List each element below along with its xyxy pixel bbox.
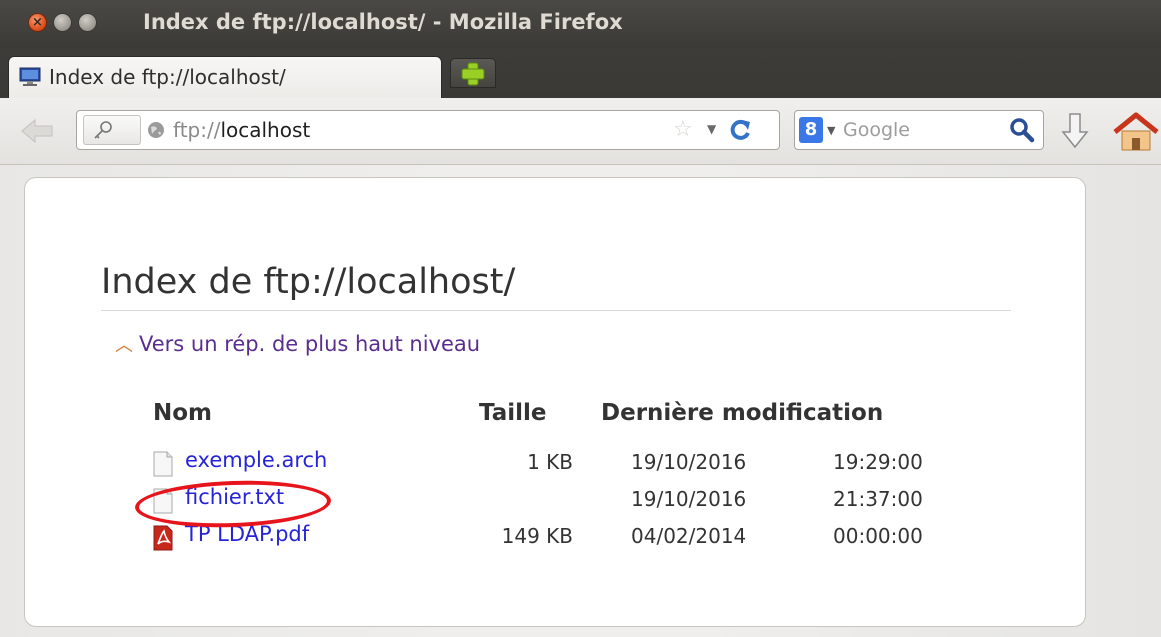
parent-directory-link[interactable]: ︿ Vers un rép. de plus haut niveau bbox=[115, 331, 480, 357]
home-icon[interactable] bbox=[1112, 112, 1161, 152]
column-header-size: Taille bbox=[479, 400, 547, 426]
search-bar[interactable]: 8 ▼ Google bbox=[794, 110, 1044, 150]
back-arrow-icon[interactable] bbox=[18, 116, 56, 146]
url-bar[interactable]: ftp://localhost ☆ ▼ bbox=[76, 110, 780, 150]
plus-icon bbox=[461, 62, 485, 86]
reload-icon[interactable] bbox=[727, 117, 753, 143]
tab-label: Index de ftp://localhost/ bbox=[49, 65, 286, 89]
download-arrow-icon[interactable] bbox=[1060, 112, 1090, 150]
file-time: 19:29:00 bbox=[833, 450, 923, 474]
pdf-icon bbox=[153, 525, 173, 551]
history-dropdown-icon[interactable]: ▼ bbox=[707, 122, 716, 136]
page-title: Index de ftp://localhost/ bbox=[101, 262, 1011, 311]
file-date: 19/10/2016 bbox=[631, 450, 747, 474]
google-engine-icon[interactable]: 8 bbox=[799, 117, 823, 143]
column-header-name: Nom bbox=[153, 400, 213, 426]
file-size: 1 KB bbox=[527, 450, 573, 474]
window-title: Index de ftp://localhost/ - Mozilla Fire… bbox=[143, 10, 623, 34]
file-row: TP LDAP.pdf 149 KB 04/02/2014 00:00:00 bbox=[25, 520, 1025, 552]
navigation-toolbar: ftp://localhost ☆ ▼ 8 ▼ Google bbox=[0, 98, 1161, 165]
search-icon[interactable] bbox=[1009, 117, 1035, 143]
url-text[interactable]: ftp://localhost bbox=[173, 118, 310, 142]
site-identity-button[interactable] bbox=[83, 115, 141, 145]
file-time: 21:37:00 bbox=[833, 487, 923, 511]
key-icon bbox=[94, 121, 112, 139]
bookmark-star-icon[interactable]: ☆ bbox=[673, 117, 693, 142]
page-viewport: Index de ftp://localhost/ ︿ Vers un rép. … bbox=[0, 165, 1161, 637]
window-close-button[interactable]: × bbox=[28, 13, 47, 32]
directory-listing-card: Index de ftp://localhost/ ︿ Vers un rép. … bbox=[24, 177, 1086, 627]
chevron-up-icon: ︿ bbox=[115, 335, 133, 356]
file-date: 04/02/2014 bbox=[631, 524, 747, 548]
parent-directory-label: Vers un rép. de plus haut niveau bbox=[139, 332, 481, 356]
window-titlebar: × Index de ftp://localhost/ - Mozilla Fi… bbox=[0, 0, 1161, 48]
window-maximize-button[interactable] bbox=[78, 13, 97, 32]
window-minimize-button[interactable] bbox=[53, 13, 72, 32]
url-scheme: ftp:// bbox=[173, 118, 221, 142]
search-input[interactable]: Google bbox=[843, 119, 910, 141]
file-time: 00:00:00 bbox=[833, 524, 923, 548]
globe-icon bbox=[148, 122, 164, 138]
file-link[interactable]: exemple.arch bbox=[185, 448, 327, 472]
url-host: localhost bbox=[220, 118, 311, 142]
file-icon bbox=[153, 451, 173, 477]
tab-index-localhost[interactable]: Index de ftp://localhost/ bbox=[8, 56, 442, 100]
engine-dropdown-icon[interactable]: ▼ bbox=[827, 124, 835, 137]
column-header-modified: Dernière modification bbox=[601, 400, 884, 426]
new-tab-button[interactable] bbox=[450, 58, 496, 88]
tab-bar: Index de ftp://localhost/ bbox=[0, 48, 1161, 100]
computer-icon bbox=[19, 67, 41, 86]
file-row: exemple.arch 1 KB 19/10/2016 19:29:00 bbox=[25, 446, 1025, 478]
file-size: 149 KB bbox=[501, 524, 573, 548]
file-date: 19/10/2016 bbox=[631, 487, 747, 511]
